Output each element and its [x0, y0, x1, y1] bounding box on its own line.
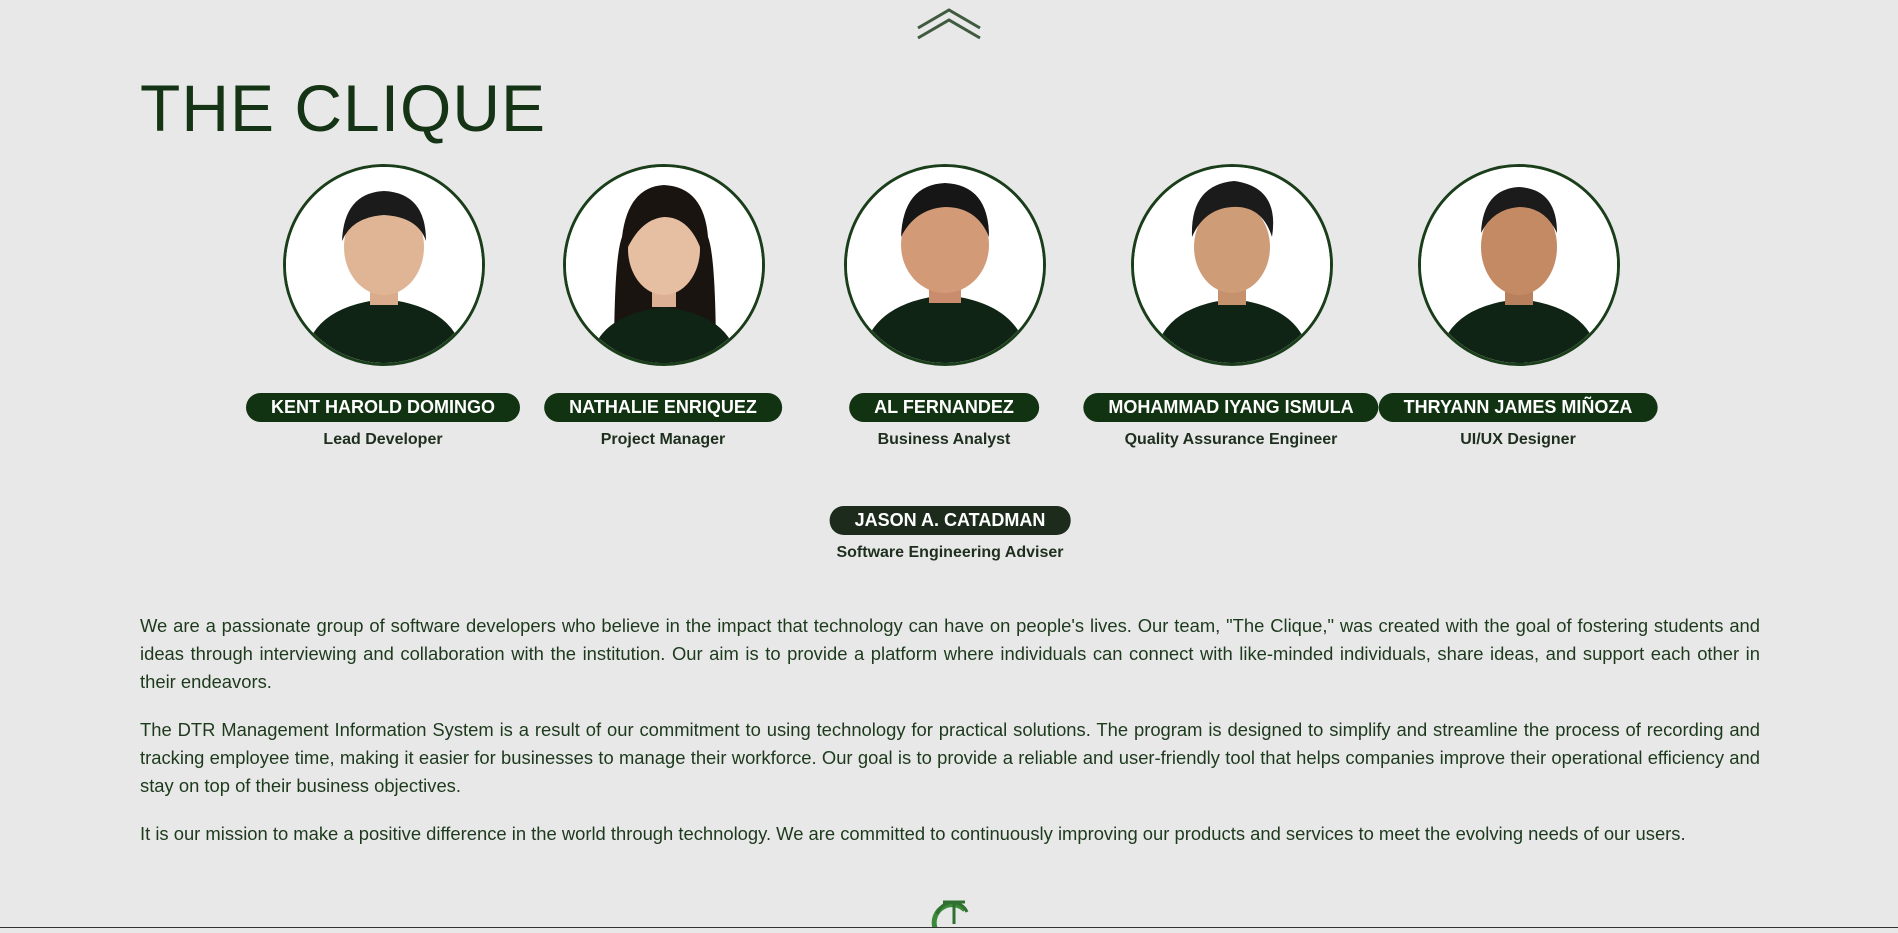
member-photo: [563, 164, 765, 366]
member-role: UI/UX Designer: [1460, 431, 1576, 448]
team-member-card: NATHALIE ENRIQUEZ Project Manager: [523, 164, 803, 454]
member-name-badge: AL FERNANDEZ: [849, 393, 1039, 422]
member-name-badge: THRYANN JAMES MIÑOZA: [1378, 393, 1658, 422]
member-role: Quality Assurance Engineer: [1124, 431, 1338, 448]
team-member-card: KENT HAROLD DOMINGO Lead Developer: [243, 164, 523, 454]
about-paragraph: It is our mission to make a positive dif…: [140, 823, 1686, 844]
scroll-to-top-button[interactable]: [914, 4, 984, 44]
member-photo: [844, 164, 1046, 366]
about-paragraph: The DTR Management Information System is…: [140, 719, 1760, 796]
member-name-badge: NATHALIE ENRIQUEZ: [544, 393, 782, 422]
adviser-name-badge: JASON A. CATADMAN: [829, 506, 1071, 535]
member-role: Project Manager: [600, 431, 726, 448]
double-chevron-up-icon: [917, 8, 981, 40]
member-name-badge: KENT HAROLD DOMINGO: [246, 393, 520, 422]
team-member-card: THRYANN JAMES MIÑOZA UI/UX Designer: [1378, 164, 1658, 454]
member-photo: [1418, 164, 1620, 366]
about-paragraph: We are a passionate group of software de…: [140, 615, 1760, 692]
clique-logo-icon: [925, 888, 975, 929]
member-photo: [283, 164, 485, 366]
member-name-badge: MOHAMMAD IYANG ISMULA: [1083, 393, 1379, 422]
member-photo: [1131, 164, 1333, 366]
member-role: Business Analyst: [877, 431, 1011, 448]
team-member-card: AL FERNANDEZ Business Analyst: [804, 164, 1084, 454]
team-member-card: MOHAMMAD IYANG ISMULA Quality Assurance …: [1083, 164, 1379, 454]
about-section: We are a passionate group of software de…: [140, 612, 1760, 868]
adviser-role: Software Engineering Adviser: [836, 544, 1064, 561]
page-title: THE CLIQUE: [140, 71, 547, 145]
member-role: Lead Developer: [323, 431, 443, 448]
